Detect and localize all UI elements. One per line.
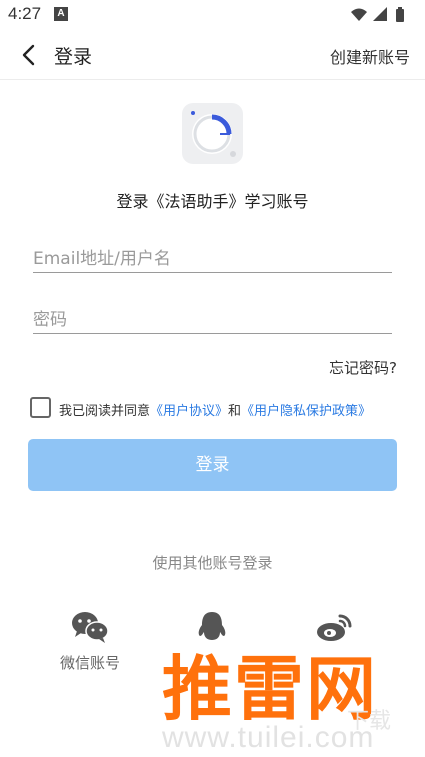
battery-icon <box>396 7 404 22</box>
app-login-heading: 登录《法语助手》学习账号 <box>116 192 309 211</box>
status-icons <box>349 6 417 24</box>
notification-icon: A <box>54 7 68 21</box>
login-button[interactable]: 登录 <box>28 439 397 491</box>
status-time: 4:27 <box>8 4 42 23</box>
status-bar: 4:27 A <box>0 0 425 30</box>
username-field-container <box>33 237 392 273</box>
agreement-checkbox[interactable] <box>30 397 51 418</box>
agreement-row: 我已阅读并同意《用户协议》和《用户隐私保护政策》 <box>30 397 410 419</box>
other-login-title: 使用其他账号登录 <box>152 554 273 572</box>
privacy-policy-link[interactable]: 《用户隐私保护政策》 <box>241 404 371 419</box>
create-account-link[interactable]: 创建新账号 <box>330 44 410 68</box>
back-button[interactable] <box>14 41 44 69</box>
password-field-container <box>33 298 392 334</box>
agreement-prefix: 我已阅读并同意 <box>59 404 151 419</box>
wechat-icon <box>72 612 109 643</box>
app-logo-icon <box>191 111 236 157</box>
wechat-login-button[interactable]: 微信账号 <box>50 610 130 673</box>
user-agreement-link[interactable]: 《用户协议》 <box>150 404 228 419</box>
signal-icon <box>373 7 387 21</box>
username-input[interactable] <box>33 249 392 269</box>
watermark-brand: 推雷网 <box>162 648 378 730</box>
wifi-icon <box>351 8 367 21</box>
agreement-and: 和 <box>228 404 242 419</box>
wechat-label: 微信账号 <box>59 654 120 672</box>
page-title: 登录 <box>54 46 93 68</box>
back-arrow-icon <box>22 44 35 66</box>
agreement-text: 我已阅读并同意《用户协议》和《用户隐私保护政策》 <box>59 400 371 419</box>
watermark-url: www.tuilei.com <box>162 721 375 754</box>
app-logo <box>182 103 243 164</box>
watermark: 推雷网 下载 www.tuilei.com <box>152 633 422 755</box>
password-input[interactable] <box>33 310 392 330</box>
nav-bar: 登录 创建新账号 <box>0 30 425 80</box>
forgot-password-link[interactable]: 忘记密码? <box>329 357 397 378</box>
